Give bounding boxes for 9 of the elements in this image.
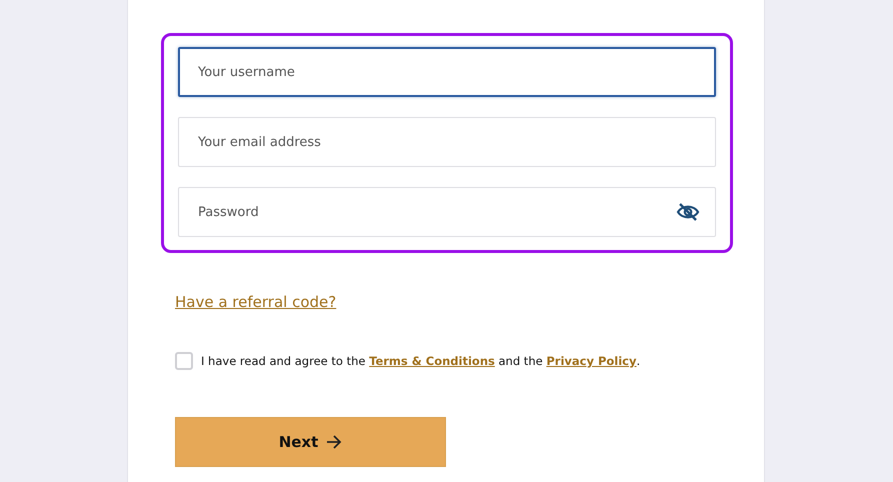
- input-field[interactable]: Your username: [178, 47, 716, 97]
- eye-slash-icon[interactable]: [676, 202, 700, 222]
- terms-link[interactable]: Terms & Conditions: [369, 354, 495, 368]
- privacy-link[interactable]: Privacy Policy: [546, 354, 636, 368]
- arrow-right-icon: [326, 435, 342, 449]
- referral-link[interactable]: Have a referral code?: [175, 293, 336, 311]
- next-button[interactable]: Next: [175, 417, 446, 467]
- agreement-text: I have read and agree to the Terms & Conditions and the Privacy Policy.: [201, 354, 640, 368]
- agree-checkbox[interactable]: [175, 352, 193, 370]
